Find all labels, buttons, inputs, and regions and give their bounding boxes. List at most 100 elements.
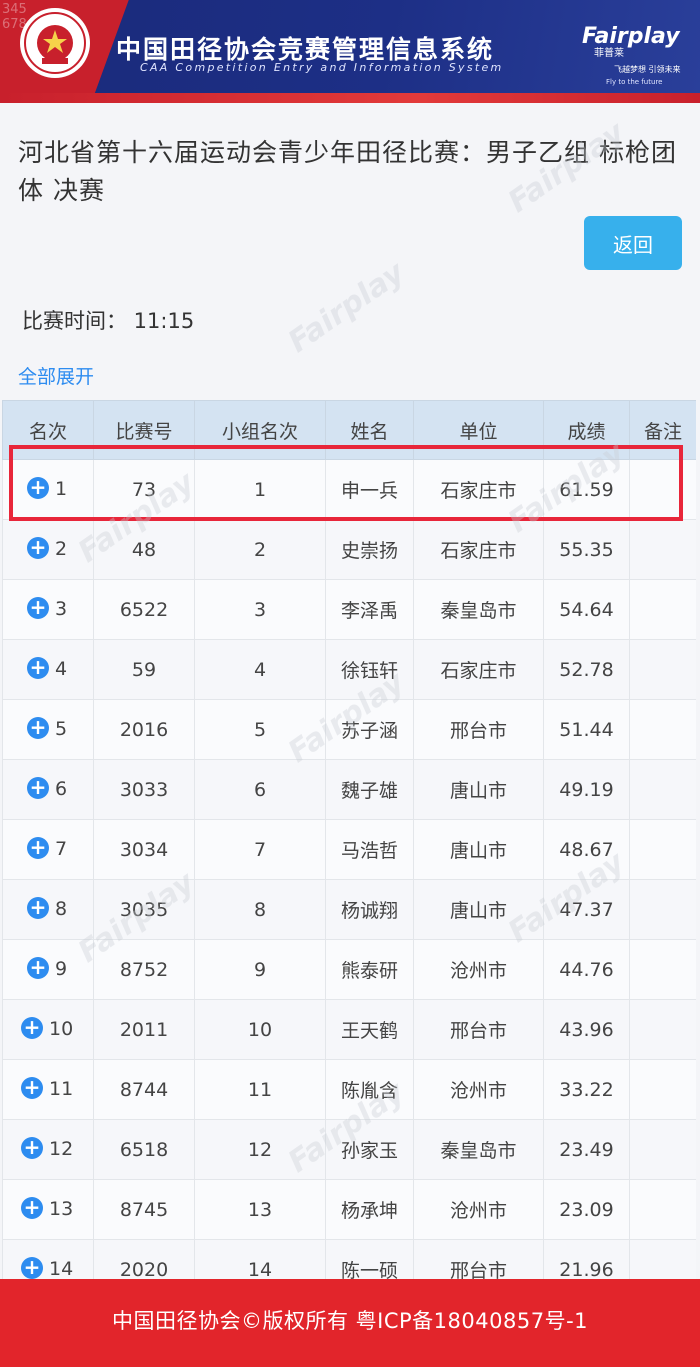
unit-cell: 沧州市 — [413, 939, 544, 1000]
unit-cell: 邢台市 — [413, 999, 544, 1060]
unit-cell: 秦皇岛市 — [413, 1119, 544, 1180]
group-rank-cell: 11 — [194, 1059, 326, 1120]
unit-cell: 沧州市 — [413, 1059, 544, 1120]
name-cell: 李泽禹 — [325, 579, 414, 640]
name-cell: 陈胤含 — [325, 1059, 414, 1120]
note-cell — [629, 759, 696, 820]
rank-cell: +9 — [2, 939, 94, 1000]
table-row: +13 8745 13 杨承坤 沧州市 23.09 — [2, 1179, 696, 1240]
unit-cell: 石家庄市 — [413, 639, 544, 700]
bib-cell: 3035 — [93, 879, 195, 940]
name-cell: 王天鹤 — [325, 999, 414, 1060]
plus-circle-icon[interactable]: + — [27, 776, 49, 799]
bib-cell: 8744 — [93, 1059, 195, 1120]
plus-circle-icon[interactable]: + — [21, 1256, 43, 1279]
header-group-rank: 小组名次 — [194, 400, 326, 460]
table-row: +11 8744 11 陈胤含 沧州市 33.22 — [2, 1059, 696, 1120]
score-cell: 23.49 — [543, 1119, 630, 1180]
bib-cell: 6522 — [93, 579, 195, 640]
note-cell — [629, 1179, 696, 1240]
plus-circle-icon[interactable]: + — [27, 716, 49, 739]
rank-cell: +12 — [2, 1119, 94, 1180]
group-rank-cell: 7 — [194, 819, 326, 880]
score-cell: 47.37 — [543, 879, 630, 940]
name-cell: 杨诚翔 — [325, 879, 414, 940]
score-cell: 21.96 — [543, 1239, 630, 1280]
unit-cell: 石家庄市 — [413, 519, 544, 580]
name-cell: 马浩哲 — [325, 819, 414, 880]
table-row: +7 3034 7 马浩哲 唐山市 48.67 — [2, 819, 696, 880]
name-cell: 孙家玉 — [325, 1119, 414, 1180]
rank-value: 9 — [55, 958, 68, 981]
header-banner: 345678 中国田径协会竞赛管理信息系统 CAA Competition En… — [0, 0, 700, 103]
note-cell — [629, 879, 696, 940]
table-row: +10 2011 10 王天鹤 邢台市 43.96 — [2, 999, 696, 1060]
score-cell: 43.96 — [543, 999, 630, 1060]
plus-circle-icon[interactable]: + — [27, 536, 49, 559]
bib-cell: 2011 — [93, 999, 195, 1060]
rank-value: 13 — [49, 1198, 74, 1221]
plus-circle-icon[interactable]: + — [21, 1076, 43, 1099]
name-cell: 徐钰轩 — [325, 639, 414, 700]
plus-circle-icon[interactable]: + — [27, 656, 49, 679]
bib-cell: 2020 — [93, 1239, 195, 1280]
score-cell: 55.35 — [543, 519, 630, 580]
expand-all-link[interactable]: 全部展开 — [18, 362, 94, 389]
score-cell: 52.78 — [543, 639, 630, 700]
name-cell: 杨承坤 — [325, 1179, 414, 1240]
rank-cell: +1 — [2, 459, 94, 520]
note-cell — [629, 639, 696, 700]
note-cell — [629, 459, 696, 520]
fairplay-slogan-en: Fly to the future — [606, 78, 663, 86]
header-rank: 名次 — [2, 400, 94, 460]
rank-value: 2 — [55, 538, 68, 561]
score-cell: 51.44 — [543, 699, 630, 760]
note-cell — [629, 1059, 696, 1120]
note-cell — [629, 999, 696, 1060]
rank-cell: +8 — [2, 879, 94, 940]
banner-subtitle: CAA Competition Entry and Information Sy… — [140, 61, 504, 74]
unit-cell: 唐山市 — [413, 759, 544, 820]
page-title: 河北省第十六届运动会青少年田径比赛：男子乙组 标枪团体 决赛 — [18, 138, 677, 205]
note-cell — [629, 519, 696, 580]
unit-cell: 沧州市 — [413, 1179, 544, 1240]
bib-cell: 73 — [93, 459, 195, 520]
unit-cell: 秦皇岛市 — [413, 579, 544, 640]
header-name: 姓名 — [325, 400, 414, 460]
rank-value: 5 — [55, 718, 68, 741]
unit-cell: 石家庄市 — [413, 459, 544, 520]
table-row: +12 6518 12 孙家玉 秦皇岛市 23.49 — [2, 1119, 696, 1180]
plus-circle-icon[interactable]: + — [21, 1016, 43, 1039]
bib-cell: 6518 — [93, 1119, 195, 1180]
rank-value: 14 — [49, 1258, 74, 1280]
plus-circle-icon[interactable]: + — [21, 1136, 43, 1159]
group-rank-cell: 4 — [194, 639, 326, 700]
plus-circle-icon[interactable]: + — [21, 1196, 43, 1219]
rank-value: 8 — [55, 898, 68, 921]
group-rank-cell: 2 — [194, 519, 326, 580]
group-rank-cell: 14 — [194, 1239, 326, 1280]
plus-circle-icon[interactable]: + — [27, 476, 49, 499]
group-rank-cell: 12 — [194, 1119, 326, 1180]
score-cell: 44.76 — [543, 939, 630, 1000]
unit-cell: 邢台市 — [413, 699, 544, 760]
plus-circle-icon[interactable]: + — [27, 956, 49, 979]
score-cell: 23.09 — [543, 1179, 630, 1240]
group-rank-cell: 6 — [194, 759, 326, 820]
name-cell: 史崇扬 — [325, 519, 414, 580]
fairplay-slogan: 飞越梦想 引领未来 — [614, 65, 681, 74]
rank-cell: +3 — [2, 579, 94, 640]
table-row: +4 59 4 徐钰轩 石家庄市 52.78 — [2, 639, 696, 700]
table-row: +14 2020 14 陈一硕 邢台市 21.96 — [2, 1239, 696, 1280]
score-cell: 61.59 — [543, 459, 630, 520]
back-button[interactable]: 返回 — [584, 216, 682, 270]
group-rank-cell: 8 — [194, 879, 326, 940]
unit-cell: 唐山市 — [413, 819, 544, 880]
plus-circle-icon[interactable]: + — [27, 596, 49, 619]
rank-cell: +10 — [2, 999, 94, 1060]
fairplay-logo-cn: 菲普莱 — [594, 48, 624, 59]
note-cell — [629, 819, 696, 880]
table-header-row: 名次 比赛号 小组名次 姓名 单位 成绩 备注 — [2, 400, 696, 460]
plus-circle-icon[interactable]: + — [27, 896, 49, 919]
plus-circle-icon[interactable]: + — [27, 836, 49, 859]
